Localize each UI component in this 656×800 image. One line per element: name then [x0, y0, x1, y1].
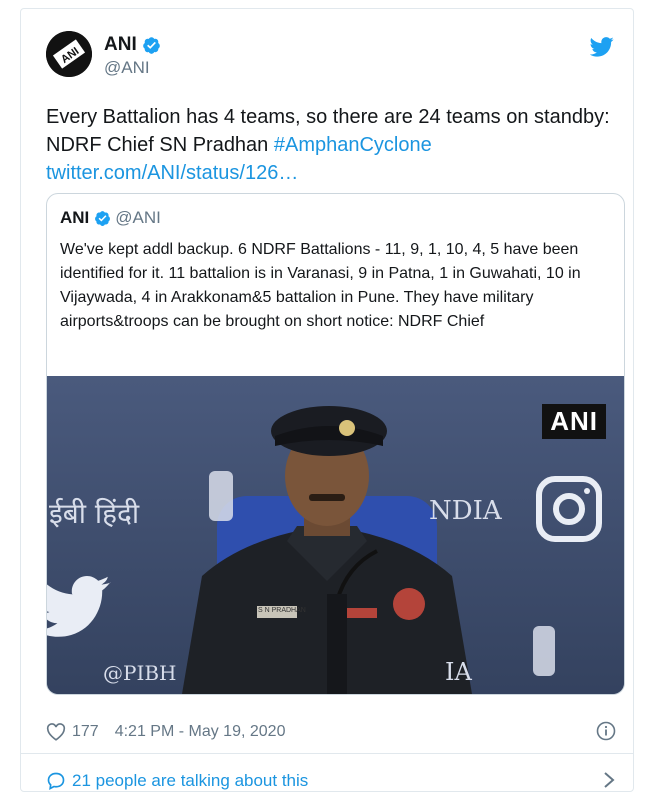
tweet-card: ANI ANI @ANI Every Battalion has 4 teams…: [20, 8, 634, 792]
tweet-header: ANI ANI @ANI: [46, 31, 616, 79]
quoted-header: ANI @ANI: [60, 208, 161, 228]
quoted-author-name: ANI: [60, 208, 90, 227]
quoted-tweet-image[interactable]: ईबी हिंदी NDIA @PIBH IA S N PRADHAN ANI: [47, 376, 624, 694]
speech-bubble-icon: [47, 772, 65, 790]
quoted-tweet-text: We've kept addl backup. 6 NDRF Battalion…: [60, 241, 581, 330]
background-pib-text: @PIBH: [103, 661, 177, 685]
author-name[interactable]: ANI: [104, 34, 137, 56]
hashtag-link[interactable]: #AmphanCyclone: [274, 134, 432, 156]
heart-icon[interactable]: [46, 723, 66, 741]
tweet-status-link[interactable]: twitter.com/ANI/status/126…: [46, 159, 616, 187]
ani-watermark: ANI: [542, 404, 606, 439]
tweet-text-line-2: NDRF Chief SN Pradhan #AmphanCyclone: [46, 131, 616, 159]
author-handle[interactable]: @ANI: [104, 58, 150, 78]
avatar[interactable]: ANI: [46, 31, 92, 77]
background-ia-text: IA: [445, 658, 472, 686]
tweet-footer: 177 4:21 PM - May 19, 2020: [46, 720, 616, 744]
background-india-text: NDIA: [429, 496, 502, 526]
press-conference-photo: [47, 376, 624, 694]
verified-badge-icon: [142, 36, 160, 54]
tweet-text-line-1: Every Battalion has 4 teams, so there ar…: [46, 106, 610, 128]
tweet-text-line-2-prefix: NDRF Chief SN Pradhan: [46, 134, 274, 156]
footer-divider: [21, 753, 633, 754]
like-count: 177: [72, 723, 99, 740]
conversation-text[interactable]: 21 people are talking about this: [72, 771, 308, 791]
conversation-link[interactable]: 21 people are talking about this: [46, 769, 616, 793]
tweet-text: Every Battalion has 4 teams, so there ar…: [46, 103, 616, 187]
uniform-name-tag: S N PRADHAN: [258, 607, 306, 614]
background-hindi-text: ईबी हिंदी: [49, 497, 140, 530]
chevron-right-icon[interactable]: [602, 771, 616, 789]
author-name-row[interactable]: ANI: [104, 34, 161, 56]
info-icon[interactable]: [596, 721, 616, 741]
twitter-bird-icon[interactable]: [590, 37, 614, 57]
quoted-tweet[interactable]: ANI @ANI We've kept addl backup. 6 NDRF …: [46, 193, 625, 695]
tweet-timestamp[interactable]: 4:21 PM - May 19, 2020: [115, 723, 286, 741]
quoted-author-handle: @ANI: [115, 208, 161, 227]
like-button[interactable]: 177: [46, 723, 99, 741]
verified-badge-icon: [95, 210, 111, 226]
